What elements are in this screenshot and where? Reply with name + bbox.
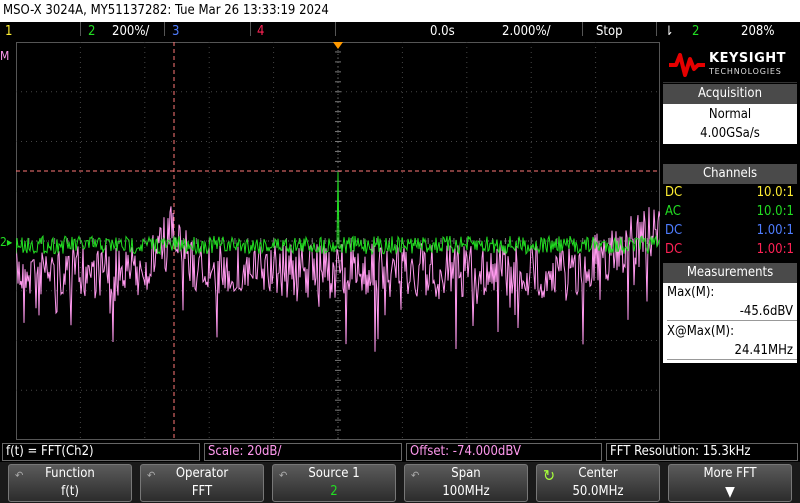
waveform-traces — [16, 171, 660, 352]
channel-coupling: AC — [665, 204, 681, 219]
divider — [335, 22, 336, 36]
ch2-scale: 200%/ — [112, 24, 150, 39]
knob-icon: ↻ — [543, 466, 556, 485]
softkey-label: More FFT — [703, 466, 757, 481]
keysight-wave-icon — [669, 53, 705, 77]
softkey-label: Operator — [175, 466, 229, 481]
brand-subtitle: TECHNOLOGIES — [709, 67, 782, 76]
channel-coupling: DC — [665, 242, 683, 257]
waveform-display[interactable] — [16, 42, 660, 440]
softkey-arrow-icon: ↶ — [15, 469, 24, 482]
fft-resolution-status: FFT Resolution: 15.3kHz — [606, 443, 798, 461]
softkey-value: 50.0MHz — [572, 484, 624, 499]
offset-status: Offset: -74.000dBV — [406, 443, 602, 461]
source1-softkey[interactable]: ↶ Source 1 2 — [272, 464, 396, 502]
marker-function-label: M — [0, 50, 9, 63]
trigger-icon: ⇂ — [664, 24, 674, 39]
softkey-value: f(t) — [61, 484, 79, 499]
divider — [80, 22, 81, 36]
info-panel: KEYSIGHT TECHNOLOGIES Acquisition Normal… — [660, 42, 800, 440]
trigger-source: 2 — [692, 24, 700, 39]
max-label: Max(M): — [667, 285, 715, 300]
channel-probe-ratio: 1.00:1 — [756, 223, 794, 238]
ch2-ground-marker[interactable]: 2▸ — [0, 236, 12, 248]
measurements-box: Max(M): -45.6dBV X@Max(M): 24.41MHz — [663, 283, 797, 363]
softkey-arrow-icon: ↶ — [147, 469, 156, 482]
trigger-level: 208% — [741, 24, 775, 39]
channel-coupling: DC — [665, 223, 683, 238]
brand-logo: KEYSIGHT TECHNOLOGIES — [663, 45, 797, 83]
down-arrow-icon: ▼ — [725, 484, 735, 500]
marker-arrow-icon: ▸ — [6, 235, 13, 249]
sample-rate: 4.00GSa/s — [700, 126, 760, 141]
channel-row: DC 1.00:1 — [663, 242, 797, 258]
function-status: f(t) = FFT(Ch2) — [2, 443, 200, 461]
channels-header: Channels — [663, 164, 797, 184]
softkey-bar: ↶ Function f(t) ↶ Operator FFT ↶ Source … — [0, 462, 800, 503]
channel-probe-ratio: 1.00:1 — [756, 242, 794, 257]
span-softkey[interactable]: ↶ Span 100MHz — [404, 464, 528, 502]
ch2-indicator[interactable]: 2 — [88, 22, 95, 42]
channel-row: DC 1.00:1 — [663, 223, 797, 239]
max-value: -45.6dBV — [667, 303, 797, 321]
channel-coupling: DC — [665, 185, 683, 200]
softkey-value: 100MHz — [442, 484, 490, 499]
scale-status: Scale: 20dB/ — [204, 443, 402, 461]
divider — [582, 22, 583, 36]
softkey-label: Span — [451, 466, 481, 481]
channel-status-bar: 1 2 200%/ 3 4 0.0s 2.000%/ Stop ⇂ 2 208% — [0, 22, 800, 42]
time-delay: 0.0s — [430, 24, 455, 39]
function-softkey[interactable]: ↶ Function f(t) — [8, 464, 132, 502]
channel-probe-ratio: 10.0:1 — [756, 204, 794, 219]
acquisition-header: Acquisition — [663, 84, 797, 104]
measurements-header: Measurements — [663, 263, 797, 283]
window-title: MSO-X 3024A, MY51137282: Tue Mar 26 13:3… — [0, 0, 800, 22]
acquisition-box: Normal 4.00GSa/s — [663, 104, 797, 144]
center-softkey[interactable]: ↻ Center 50.0MHz — [536, 464, 660, 502]
softkey-value: 2 — [330, 484, 338, 499]
softkey-arrow-icon: ↶ — [411, 469, 420, 482]
divider — [250, 22, 251, 36]
acquisition-mode: Normal — [708, 107, 752, 122]
trigger-position-marker[interactable] — [333, 42, 343, 49]
channel-probe-ratio: 10.0:1 — [756, 185, 794, 200]
channel-row: AC 10.0:1 — [663, 204, 797, 220]
x-at-max-label: X@Max(M): — [667, 324, 735, 339]
run-state: Stop — [596, 24, 623, 39]
math-status-bar: f(t) = FFT(Ch2) Scale: 20dB/ Offset: -74… — [0, 442, 800, 462]
softkey-arrow-icon: ↶ — [279, 469, 288, 482]
softkey-label: Function — [45, 466, 95, 481]
time-scale: 2.000%/ — [502, 24, 551, 39]
softkey-label: Center — [578, 466, 618, 481]
marker-mode: M — [0, 49, 10, 63]
divider — [164, 22, 165, 36]
more-fft-softkey[interactable]: More FFT ▼ — [668, 464, 792, 502]
x-at-max-value: 24.41MHz — [667, 342, 797, 360]
operator-softkey[interactable]: ↶ Operator FFT — [140, 464, 264, 502]
softkey-label: Source 1 — [308, 466, 360, 481]
divider — [656, 22, 657, 36]
brand-name: KEYSIGHT — [709, 51, 786, 66]
ch1-indicator[interactable]: 1 — [5, 22, 12, 42]
ch3-indicator[interactable]: 3 — [172, 22, 179, 42]
softkey-value: FFT — [191, 484, 213, 499]
ch4-indicator[interactable]: 4 — [257, 22, 264, 42]
ch2-marker-number: 2 — [0, 235, 7, 249]
channel-row: DC 10.0:1 — [663, 185, 797, 201]
